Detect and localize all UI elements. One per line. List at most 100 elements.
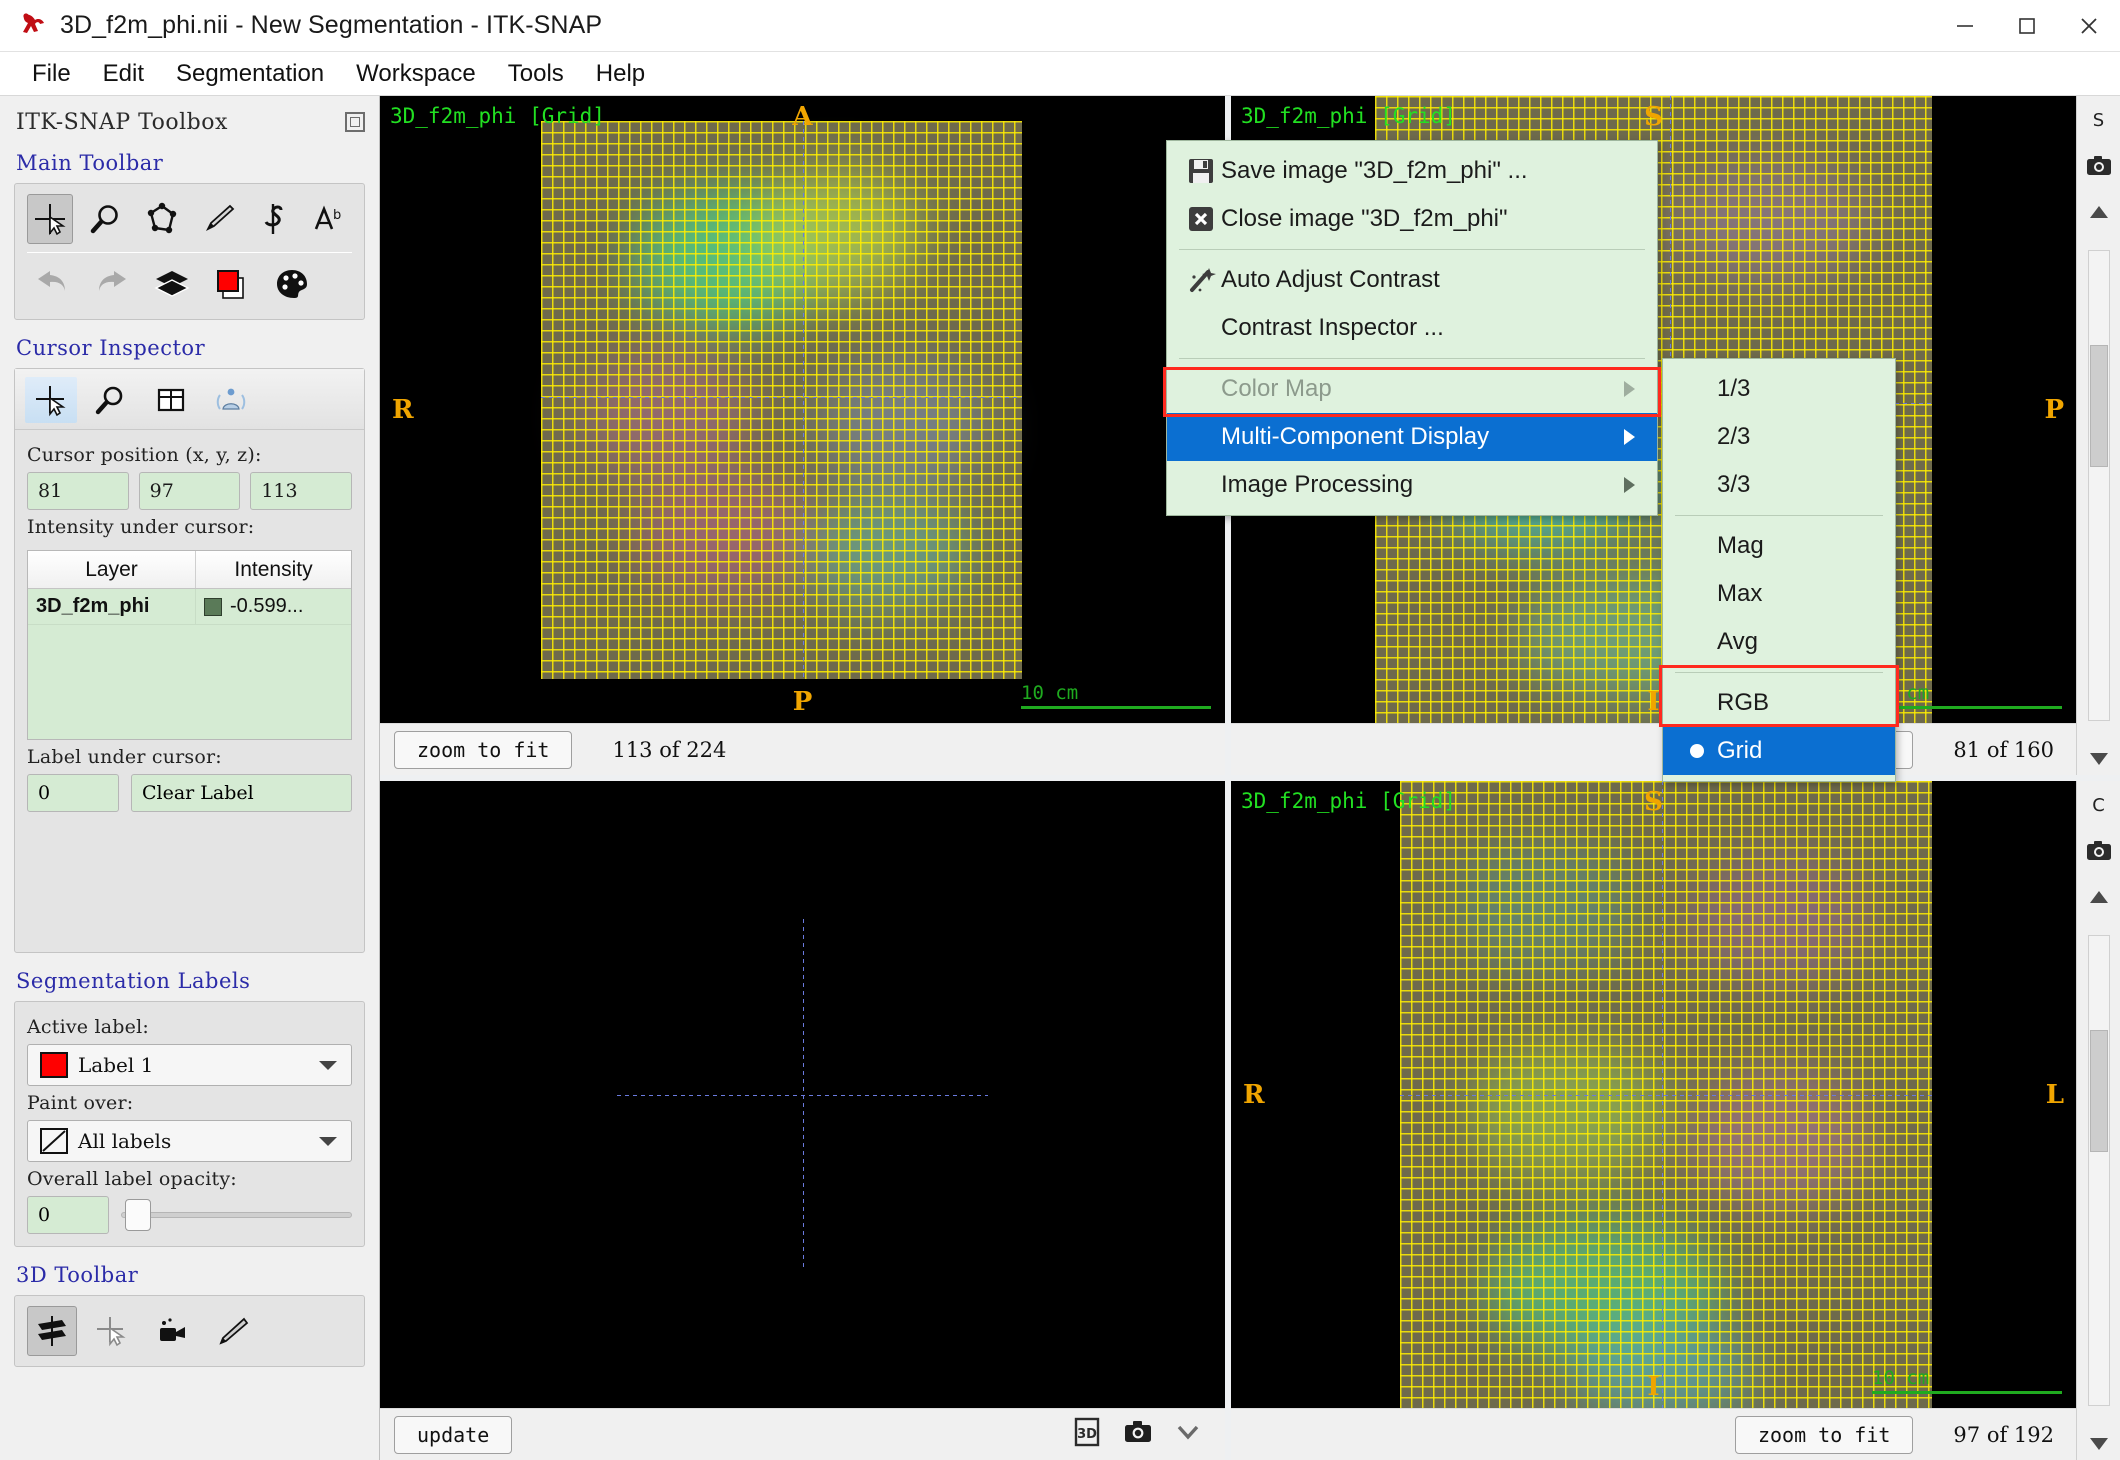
3d-render-icon[interactable]: 3D bbox=[1073, 1417, 1101, 1452]
palette-button[interactable] bbox=[267, 259, 317, 309]
submenu-item-2-3[interactable]: 2/3 bbox=[1663, 413, 1895, 461]
axial-canvas[interactable]: 3D_f2m_phi [Grid] A P R 10 cm bbox=[380, 96, 1225, 723]
slider-track bbox=[121, 1212, 352, 1218]
camera-icon[interactable] bbox=[2082, 150, 2116, 182]
render3d-canvas[interactable] bbox=[380, 781, 1225, 1408]
label-value-input[interactable]: 0 bbox=[27, 774, 119, 812]
menu-item-contrast-inspector[interactable]: Contrast Inspector ... bbox=[1167, 304, 1657, 352]
sagittal-scrollbar[interactable] bbox=[2087, 250, 2110, 721]
3d-trackball-tool-button[interactable] bbox=[27, 1306, 77, 1356]
sagittal-slice-counter: 81 of 160 bbox=[1953, 737, 2054, 762]
scroll-down-icon[interactable] bbox=[2082, 743, 2116, 775]
paint-over-caption: Paint over: bbox=[27, 1092, 134, 1114]
update-button[interactable]: update bbox=[394, 1415, 513, 1454]
crosshair-tool-button[interactable] bbox=[27, 194, 73, 244]
axial-zoom-to-fit-button[interactable]: zoom to fit bbox=[394, 730, 573, 769]
menu-item-auto-adjust-contrast[interactable]: Auto Adjust Contrast bbox=[1167, 256, 1657, 304]
toolbar-3d-heading: 3D Toolbar bbox=[16, 1263, 139, 1287]
annotation-tool-button[interactable]: b bbox=[306, 194, 352, 244]
submenu-item-max[interactable]: Max bbox=[1663, 570, 1895, 618]
maximize-button[interactable] bbox=[1996, 0, 2058, 52]
axial-orient-anterior: A bbox=[792, 102, 813, 132]
submenu-item-3-3[interactable]: 3/3 bbox=[1663, 461, 1895, 509]
menu-help[interactable]: Help bbox=[580, 56, 661, 92]
menu-tools[interactable]: Tools bbox=[492, 56, 580, 92]
cursor-x-input[interactable]: 81 bbox=[27, 472, 129, 510]
menu-edit[interactable]: Edit bbox=[87, 56, 160, 92]
submenu-item-mag[interactable]: Mag bbox=[1663, 522, 1895, 570]
opacity-row: 0 bbox=[15, 1196, 364, 1234]
coronal-scrollbar[interactable] bbox=[2087, 935, 2110, 1406]
tab-grid[interactable] bbox=[145, 377, 197, 423]
submenu-item-max-label: Max bbox=[1717, 580, 1763, 607]
zoom-pan-tool-button[interactable] bbox=[83, 194, 129, 244]
scrollbar-thumb[interactable] bbox=[2089, 1029, 2108, 1152]
menu-item-color-map-label: Color Map bbox=[1221, 375, 1332, 402]
minimize-button[interactable] bbox=[1934, 0, 1996, 52]
tab-zoom[interactable] bbox=[85, 377, 137, 423]
tab-display[interactable] bbox=[205, 377, 257, 423]
segmentation-labels-panel: Active label: Label 1 Paint over: All la… bbox=[14, 1001, 365, 1247]
main-toolbar-panel: b bbox=[14, 183, 365, 320]
right-rail-top: S bbox=[2076, 96, 2120, 775]
scroll-up-icon[interactable] bbox=[2082, 881, 2116, 913]
rail-orientation-c-label[interactable]: C bbox=[2082, 789, 2116, 821]
sagittal-orient-inferior: I bbox=[1647, 687, 1660, 717]
sagittal-orient-posterior: P bbox=[2044, 394, 2064, 425]
layer-context-menu[interactable]: Save image "3D_f2m_phi" ... Close image … bbox=[1166, 140, 1658, 516]
clear-label-button[interactable]: Clear Label bbox=[131, 774, 352, 812]
window-title: 3D_f2m_phi.nii - New Segmentation - ITK-… bbox=[60, 11, 603, 39]
3d-spray-tool-button[interactable] bbox=[147, 1306, 197, 1356]
cursor-z-input[interactable]: 113 bbox=[250, 472, 353, 510]
opacity-value-input[interactable]: 0 bbox=[27, 1196, 109, 1234]
menu-item-image-processing[interactable]: Image Processing bbox=[1167, 461, 1657, 509]
menu-file[interactable]: File bbox=[16, 56, 87, 92]
submenu-item-grid[interactable]: Grid bbox=[1663, 727, 1895, 775]
submenu-item-avg[interactable]: Avg bbox=[1663, 618, 1895, 666]
slider-handle[interactable] bbox=[125, 1199, 151, 1231]
submenu-item-grid-label: Grid bbox=[1717, 737, 1763, 764]
menu-item-save-image[interactable]: Save image "3D_f2m_phi" ... bbox=[1167, 147, 1657, 195]
toolbox-undock-icon[interactable] bbox=[345, 112, 365, 132]
coronal-zoom-to-fit-button[interactable]: zoom to fit bbox=[1734, 1415, 1914, 1454]
chevron-down-icon[interactable] bbox=[1175, 1423, 1201, 1446]
chevron-down-icon bbox=[319, 1136, 337, 1146]
menu-segmentation[interactable]: Segmentation bbox=[160, 56, 340, 92]
active-label-combo[interactable]: Label 1 bbox=[27, 1044, 352, 1086]
menu-item-image-processing-label: Image Processing bbox=[1221, 471, 1414, 498]
label-color-button[interactable] bbox=[207, 259, 257, 309]
3d-crosshair-tool-button[interactable] bbox=[87, 1306, 137, 1356]
undo-button[interactable] bbox=[27, 259, 77, 309]
cursor-y-input[interactable]: 97 bbox=[138, 472, 241, 510]
viewport-axial: 3D_f2m_phi [Grid] A P R 10 cm zoom to fi… bbox=[380, 96, 1225, 775]
close-button[interactable] bbox=[2058, 0, 2120, 52]
submenu-item-1-3[interactable]: 1/3 bbox=[1663, 365, 1895, 413]
tab-cursor[interactable] bbox=[25, 377, 77, 423]
table-row[interactable]: 3D_f2m_phi -0.599... bbox=[28, 589, 351, 625]
menu-workspace[interactable]: Workspace bbox=[340, 56, 492, 92]
paintbrush-tool-button[interactable] bbox=[195, 194, 241, 244]
coronal-canvas[interactable]: 3D_f2m_phi [Grid] S I R L 10 cm bbox=[1231, 781, 2076, 1408]
camera-icon[interactable] bbox=[1123, 1419, 1153, 1450]
layers-button[interactable] bbox=[147, 259, 197, 309]
menu-item-multi-component-display[interactable]: Multi-Component Display bbox=[1167, 413, 1657, 461]
submenu-item-1-3-label: 1/3 bbox=[1717, 375, 1751, 402]
submenu-item-rgb[interactable]: RGB bbox=[1663, 679, 1895, 727]
rail-orientation-s-label[interactable]: S bbox=[2082, 104, 2116, 136]
3d-scalpel-tool-button[interactable] bbox=[207, 1306, 257, 1356]
multi-component-submenu[interactable]: 1/3 2/3 3/3 Mag Max Avg RGB Grid bbox=[1662, 358, 1896, 782]
scroll-down-icon[interactable] bbox=[2082, 1428, 2116, 1460]
cell-layer-name: 3D_f2m_phi bbox=[28, 589, 196, 624]
submenu-arrow-icon bbox=[1624, 477, 1635, 493]
sagittal-layer-label: 3D_f2m_phi [Grid] bbox=[1241, 104, 1456, 128]
scrollbar-thumb[interactable] bbox=[2089, 344, 2108, 467]
opacity-slider[interactable] bbox=[121, 1196, 352, 1234]
submenu-arrow-icon bbox=[1624, 429, 1635, 445]
paint-over-combo[interactable]: All labels bbox=[27, 1120, 352, 1162]
menu-item-close-image[interactable]: Close image "3D_f2m_phi" bbox=[1167, 195, 1657, 243]
polygon-tool-button[interactable] bbox=[139, 194, 185, 244]
snake-tool-button[interactable] bbox=[250, 194, 296, 244]
camera-icon[interactable] bbox=[2082, 835, 2116, 867]
redo-button[interactable] bbox=[87, 259, 137, 309]
scroll-up-icon[interactable] bbox=[2082, 196, 2116, 228]
